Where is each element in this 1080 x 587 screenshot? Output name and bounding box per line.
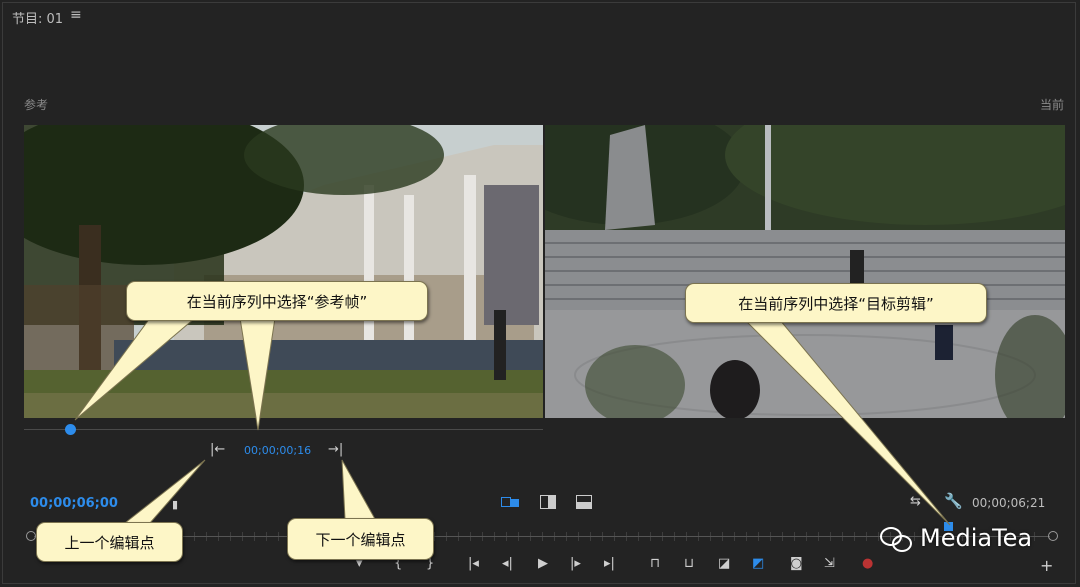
watermark-text: MediaTea [920, 524, 1033, 552]
callout-target-clip: 在当前序列中选择“目标剪辑” [685, 283, 987, 323]
callout-prev-edit: 上一个编辑点 [36, 522, 183, 562]
callout-next-edit: 下一个编辑点 [287, 518, 434, 560]
callout-reference-frame: 在当前序列中选择“参考帧” [126, 281, 428, 321]
watermark: MediaTea [880, 524, 1032, 552]
wechat-icon [880, 525, 914, 552]
